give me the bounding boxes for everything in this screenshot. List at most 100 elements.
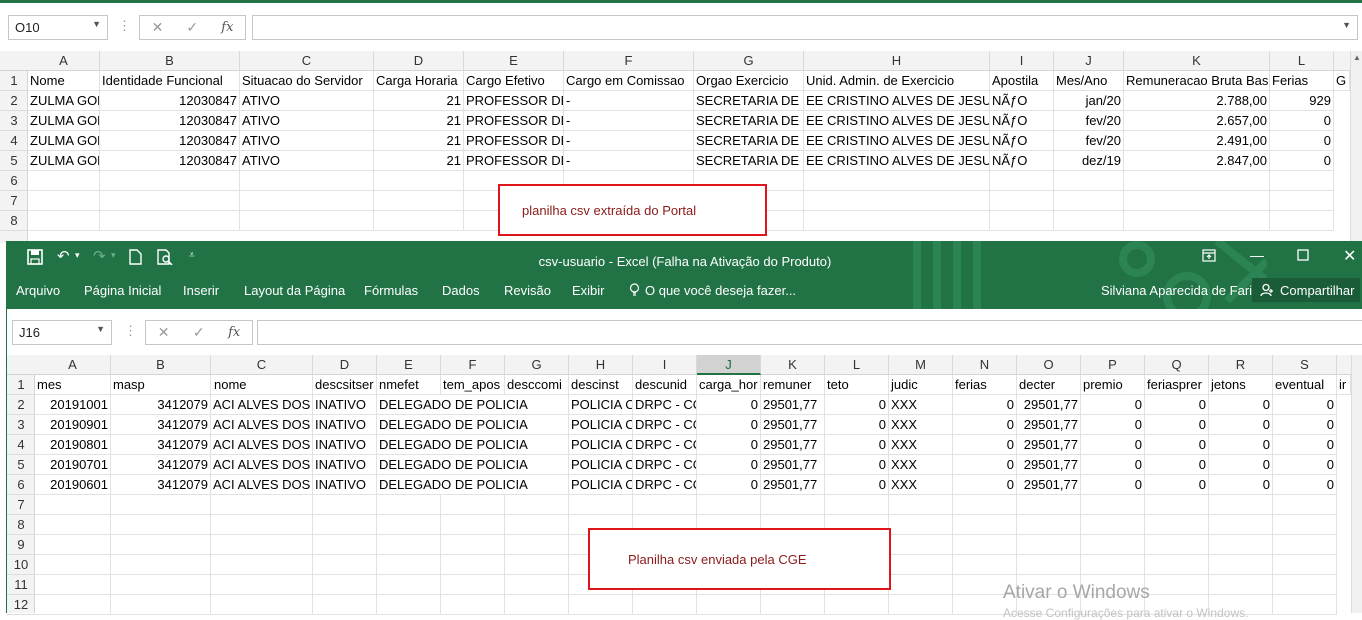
column-header-k[interactable]: K <box>1124 51 1270 71</box>
empty-cell[interactable] <box>889 555 953 575</box>
empty-cell[interactable] <box>825 595 889 615</box>
data-cell[interactable]: 21 <box>374 131 464 151</box>
row-header-5[interactable]: 5 <box>7 455 35 475</box>
data-cell[interactable]: 0 <box>1145 435 1209 455</box>
vertical-scrollbar[interactable]: ▲ <box>1350 51 1362 243</box>
data-cell[interactable]: 3412079 <box>111 475 211 495</box>
data-cell[interactable]: ZULMA GON <box>28 111 100 131</box>
data-cell[interactable]: POLICIA C <box>569 415 633 435</box>
name-box[interactable]: O10 ▼ <box>8 15 108 40</box>
row-header-6[interactable]: 6 <box>7 475 35 495</box>
empty-cell[interactable] <box>1273 575 1337 595</box>
data-cell[interactable]: 0 <box>1209 475 1273 495</box>
header-cell[interactable]: ir <box>1337 375 1351 395</box>
formula-bar-input[interactable] <box>257 320 1362 345</box>
empty-cell[interactable] <box>441 595 505 615</box>
empty-cell[interactable] <box>313 575 377 595</box>
data-cell[interactable]: 0 <box>1081 395 1145 415</box>
data-cell[interactable]: ATIVO <box>240 151 374 171</box>
empty-cell[interactable] <box>1270 171 1334 191</box>
tab-revisao[interactable]: Revisão <box>504 283 551 298</box>
empty-cell[interactable] <box>1209 575 1273 595</box>
empty-cell[interactable] <box>1054 171 1124 191</box>
header-cell[interactable]: G <box>1334 71 1350 91</box>
enter-icon[interactable]: ✓ <box>186 19 198 36</box>
data-cell[interactable]: 2.491,00 <box>1124 131 1270 151</box>
empty-cell[interactable] <box>441 515 505 535</box>
data-cell[interactable]: 12030847 <box>100 131 240 151</box>
data-cell[interactable]: INATIVO <box>313 415 377 435</box>
data-cell[interactable]: PROFESSOR DE E <box>464 151 564 171</box>
empty-cell[interactable] <box>377 515 441 535</box>
empty-cell[interactable] <box>100 191 240 211</box>
data-cell[interactable]: - <box>564 151 694 171</box>
empty-cell[interactable] <box>1017 535 1081 555</box>
tab-layout-da-pagina[interactable]: Layout da Página <box>244 283 345 298</box>
header-cell[interactable]: Cargo Efetivo <box>464 71 564 91</box>
header-cell[interactable]: Remuneracao Bruta Bas <box>1124 71 1270 91</box>
empty-cell[interactable] <box>889 575 953 595</box>
data-cell[interactable]: 20191001 <box>35 395 111 415</box>
column-header-c[interactable]: C <box>240 51 374 71</box>
data-cell[interactable]: 29501,77 <box>761 475 825 495</box>
data-cell[interactable]: 0 <box>1081 455 1145 475</box>
header-cell[interactable]: nmefet <box>377 375 441 395</box>
empty-cell[interactable] <box>761 595 825 615</box>
data-cell[interactable]: 29501,77 <box>1017 395 1081 415</box>
data-cell[interactable]: 12030847 <box>100 111 240 131</box>
header-cell[interactable]: Ferias <box>1270 71 1334 91</box>
empty-cell[interactable] <box>28 191 100 211</box>
data-cell[interactable]: ACI ALVES DOS S <box>211 415 313 435</box>
header-cell[interactable]: ferias <box>953 375 1017 395</box>
empty-cell[interactable] <box>1209 495 1273 515</box>
empty-cell[interactable] <box>1209 515 1273 535</box>
empty-cell[interactable] <box>889 535 953 555</box>
empty-cell[interactable] <box>1145 495 1209 515</box>
tab-pagina-inicial[interactable]: Página Inicial <box>84 283 161 298</box>
data-cell[interactable]: INATIVO <box>313 475 377 495</box>
empty-cell[interactable] <box>990 171 1054 191</box>
row-header-4[interactable]: 4 <box>0 131 28 151</box>
header-cell[interactable]: Cargo em Comissao <box>564 71 694 91</box>
data-cell[interactable]: 12030847 <box>100 91 240 111</box>
data-cell[interactable]: DRPC - CO <box>633 455 697 475</box>
empty-cell[interactable] <box>804 171 990 191</box>
data-cell[interactable]: 0 <box>697 395 761 415</box>
empty-cell[interactable] <box>889 495 953 515</box>
column-header-r[interactable]: R <box>1209 355 1273 375</box>
data-cell[interactable]: 0 <box>1081 435 1145 455</box>
data-cell[interactable]: 0 <box>1209 395 1273 415</box>
function-icon[interactable]: fx <box>221 20 233 35</box>
empty-cell[interactable] <box>1273 595 1337 615</box>
row-header-2[interactable]: 2 <box>7 395 35 415</box>
column-header-c[interactable]: C <box>211 355 313 375</box>
column-header-b[interactable]: B <box>100 51 240 71</box>
data-cell[interactable]: 0 <box>1081 415 1145 435</box>
empty-cell[interactable] <box>990 211 1054 231</box>
tab-inserir[interactable]: Inserir <box>183 283 219 298</box>
header-cell[interactable]: Nome <box>28 71 100 91</box>
name-box[interactable]: J16 ▼ <box>12 320 112 345</box>
data-cell[interactable]: fev/20 <box>1054 111 1124 131</box>
empty-cell[interactable] <box>1124 171 1270 191</box>
empty-cell[interactable] <box>374 191 464 211</box>
chevron-down-icon[interactable]: ▼ <box>96 324 105 334</box>
data-cell[interactable]: EE CRISTINO ALVES DE JESUS <box>804 91 990 111</box>
data-cell[interactable]: ACI ALVES DOS S <box>211 475 313 495</box>
empty-cell[interactable] <box>35 515 111 535</box>
data-cell[interactable]: 0 <box>697 455 761 475</box>
data-cell[interactable]: NÃƒO <box>990 151 1054 171</box>
user-name[interactable]: Silviana Aparecida de Faria <box>1101 283 1259 298</box>
column-header-a[interactable]: A <box>28 51 100 71</box>
empty-cell[interactable] <box>240 171 374 191</box>
row-header-1[interactable]: 1 <box>0 71 28 91</box>
column-header-g[interactable]: G <box>694 51 804 71</box>
empty-cell[interactable] <box>313 515 377 535</box>
data-cell[interactable]: DRPC - CO <box>633 475 697 495</box>
data-cell[interactable]: DRPC - CO <box>633 415 697 435</box>
empty-cell[interactable] <box>111 515 211 535</box>
empty-cell[interactable] <box>313 495 377 515</box>
empty-cell[interactable] <box>505 535 569 555</box>
empty-cell[interactable] <box>1081 555 1145 575</box>
column-header-b[interactable]: B <box>111 355 211 375</box>
